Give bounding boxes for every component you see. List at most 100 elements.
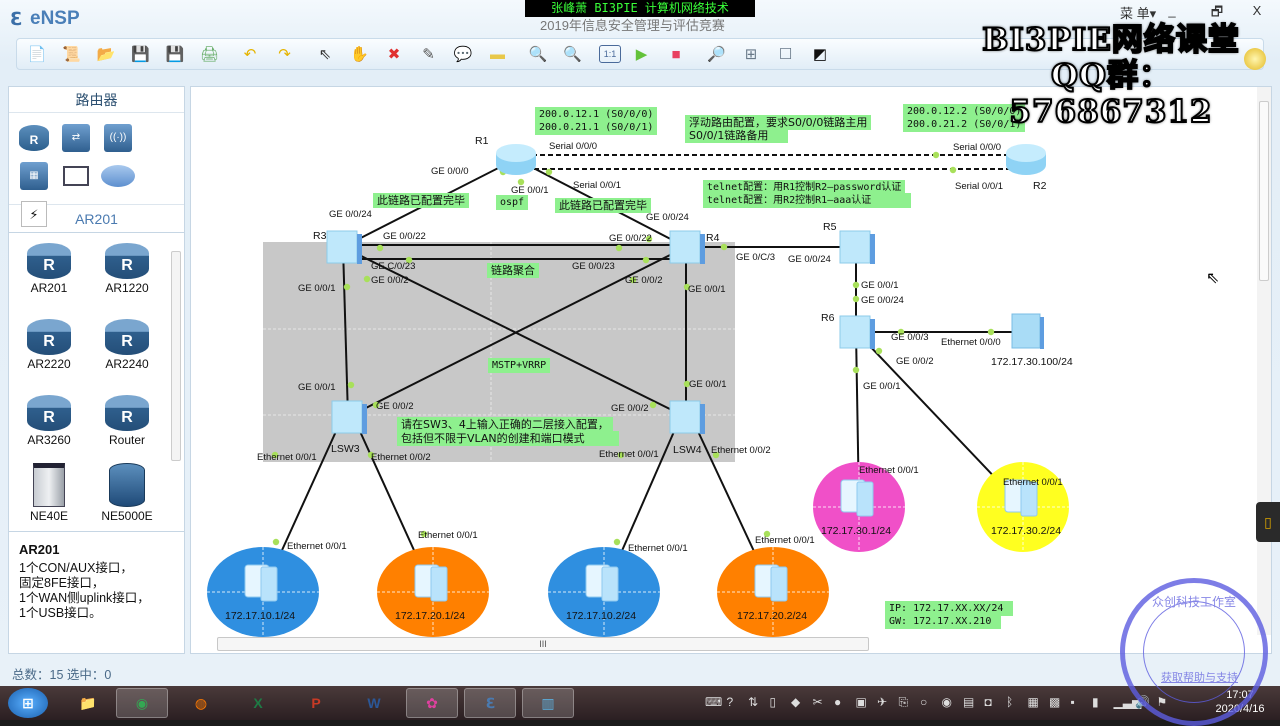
device-label-pc3: 172.17.10.2/24 [566, 610, 637, 622]
device-ar201[interactable]: R AR201 [11, 235, 87, 295]
note-sw-config-2[interactable]: 包括但不限于VLAN的创建和端口模式 [397, 431, 619, 446]
green-app-icon[interactable]: ▪ [1071, 695, 1075, 709]
print-icon[interactable]: 🖨 [196, 41, 224, 67]
connection-category-icon[interactable]: ⚡ [13, 195, 55, 233]
undo-icon[interactable]: ↶ [236, 41, 264, 67]
firewall-category-icon[interactable]: ▦ [13, 157, 55, 195]
help-icon[interactable]: ? [727, 695, 734, 709]
usb-icon[interactable]: ▯ [1256, 502, 1280, 542]
colorful-app-icon[interactable]: ✿ [406, 688, 458, 718]
delete-icon[interactable]: ✖ [380, 41, 408, 67]
ensp-app-icon[interactable]: ℇ [464, 688, 516, 718]
port-label: Serial 0/0/0 [549, 141, 598, 152]
firefox-icon[interactable]: ◍ [175, 688, 227, 718]
note-floating-route-2[interactable]: S0/0/1链路备用 [685, 128, 789, 143]
rectangle-icon[interactable]: ▬ [484, 41, 512, 67]
delete-link-icon[interactable]: ✎ [415, 41, 443, 67]
device-ar2240[interactable]: R AR2240 [89, 311, 165, 371]
topology-drawing [207, 144, 1069, 637]
pan-hand-icon[interactable]: ✋ [346, 41, 374, 67]
powerpoint-icon[interactable]: P [290, 688, 342, 718]
orange-app-icon[interactable]: ◉ [942, 695, 952, 709]
archive-app-icon[interactable]: ▥ [522, 688, 574, 718]
minimize-button[interactable]: _ [1160, 3, 1184, 18]
device-label: Router [108, 433, 146, 447]
note-gw-1[interactable]: GW: 172.17.XX.210 [885, 614, 1002, 629]
device-ar2220[interactable]: R AR2220 [11, 311, 87, 371]
app-tray-icon[interactable]: ▣ [856, 695, 867, 709]
keyboard-icon[interactable]: ⌨ [705, 695, 722, 709]
console-icon[interactable]: ◩ [806, 41, 834, 67]
network-icon[interactable]: ⇅ [748, 695, 758, 709]
excel-icon[interactable]: X [232, 688, 284, 718]
switch-icon [362, 404, 367, 434]
note-ospf[interactable]: ospf [496, 195, 529, 210]
router-category-icon[interactable]: R [13, 119, 55, 157]
start-device-icon[interactable]: ▶ [628, 41, 656, 67]
device-ar1220[interactable]: R AR1220 [89, 235, 165, 295]
clipboard-icon[interactable]: ▮ [1092, 695, 1099, 709]
canvas-vertical-scrollbar[interactable] [1257, 87, 1271, 635]
topology-tree-icon[interactable]: ⊞ [737, 41, 765, 67]
device-ar3260[interactable]: R AR3260 [11, 387, 87, 447]
menu-button[interactable]: 菜 单▾ [1120, 3, 1156, 22]
zoom-in-icon[interactable]: 🔍 [524, 41, 552, 67]
explorer-icon[interactable]: 📁 [62, 688, 114, 718]
redo-icon[interactable]: ↷ [271, 41, 299, 67]
transfer-icon[interactable]: ✈ [877, 695, 887, 709]
start-button[interactable]: ⊞ [8, 688, 48, 718]
note-telnet-2[interactable]: telnet配置：用R2控制R1—aaa认证 [703, 193, 912, 208]
save-icon[interactable]: 💾 [127, 41, 155, 67]
cloud-category-icon[interactable] [97, 157, 139, 195]
fit-1to1-icon[interactable]: 1:1 [599, 45, 621, 63]
zoom-out-icon[interactable]: 🔍 [559, 41, 587, 67]
pc-tower-icon [856, 481, 874, 517]
word-icon[interactable]: W [348, 688, 400, 718]
wlan-category-icon[interactable]: ((·)) [97, 119, 139, 157]
device-ne40e[interactable]: NE40E [11, 463, 87, 523]
wechat-icon[interactable]: ● [834, 695, 841, 709]
shield-icon[interactable]: ◆ [791, 695, 800, 709]
select-icon[interactable]: ⇖ [311, 41, 339, 67]
copy-icon[interactable]: ⎘ [899, 695, 909, 710]
open-icon[interactable]: 📂 [92, 41, 120, 67]
gray-app-icon[interactable]: ○ [920, 695, 927, 709]
red-app-icon[interactable]: ◘ [985, 695, 992, 709]
note-link-done-right[interactable]: 此链路已配置完毕 [555, 198, 651, 213]
new-example-icon[interactable]: 📜 [58, 41, 86, 67]
stop-device-icon[interactable]: ■ [662, 41, 690, 67]
switch-icon [357, 234, 362, 264]
help-support-link[interactable]: 获取帮助与支持 [1161, 669, 1238, 685]
save-as-icon[interactable]: 💾 [161, 41, 189, 67]
device-ne5000e[interactable]: NE5000E [89, 463, 165, 523]
chrome-icon[interactable]: ◉ [116, 688, 168, 718]
capture-icon[interactable]: 🔎 [703, 41, 731, 67]
canvas-horizontal-scrollbar[interactable]: III [217, 637, 869, 651]
switch-category-icon[interactable]: ⇄ [55, 119, 97, 157]
blue-app2-icon[interactable]: ▩ [1049, 695, 1060, 709]
note-r1-ip-2[interactable]: 200.0.21.1 (S0/0/1) [535, 120, 658, 135]
bluetooth-icon[interactable]: ᛒ [1006, 695, 1013, 709]
device-label-r3: R3 [313, 230, 327, 242]
note-sw-config-1[interactable]: 请在SW3、4上输入正确的二层接入配置， [397, 417, 613, 432]
new-topology-icon[interactable]: 📄 [23, 41, 51, 67]
usb-tray-icon[interactable]: ▯ [770, 695, 777, 709]
window-icon[interactable]: ☐ [772, 41, 800, 67]
input-method-icon[interactable]: ✂ [813, 695, 823, 709]
text-note-icon[interactable]: 💬 [449, 41, 477, 67]
chassis-icon [33, 463, 65, 507]
description-line: 固定8FE接口， [19, 576, 105, 590]
note-link-done-left[interactable]: 此链路已配置完毕 [373, 193, 469, 208]
port-label: Ethernet 0/0/2 [711, 445, 771, 456]
router-icon: R [105, 395, 149, 431]
chat-tray-icon[interactable]: ▤ [963, 695, 974, 709]
device-list-scrollbar[interactable] [170, 237, 182, 525]
studio-stamp: 众创科技工作室 获取帮助与支持 [1120, 578, 1268, 726]
note-mstp-vrrp[interactable]: MSTP+VRRP [488, 358, 551, 373]
close-button[interactable]: X [1245, 3, 1269, 18]
topology-canvas[interactable]: R1 R2 R3 R4 R5 R6 LSW3 LSW4 172.17.30.100/24 172.… [190, 86, 1272, 654]
blue-app-icon[interactable]: ▦ [1028, 695, 1039, 709]
terminal-category-icon[interactable] [55, 157, 97, 195]
device-router[interactable]: R Router [89, 387, 165, 447]
note-link-aggregation[interactable]: 链路聚合 [487, 263, 539, 278]
